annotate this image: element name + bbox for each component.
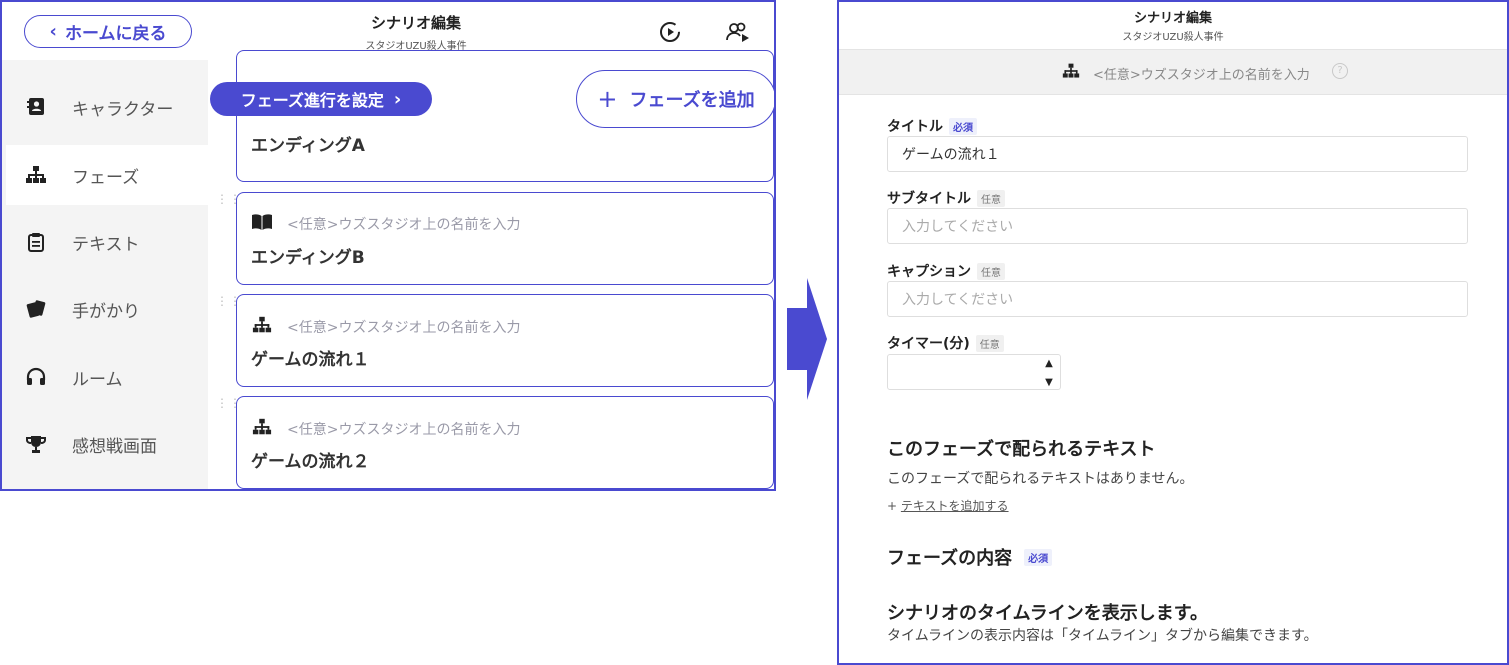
cards-icon <box>22 298 50 320</box>
users-play-icon[interactable] <box>724 18 752 46</box>
headphones-icon <box>22 366 50 388</box>
caption-label-text: キャプション <box>887 264 971 280</box>
trophy-icon <box>22 433 50 455</box>
caption-label: キャプション 任意 <box>887 261 1005 281</box>
number-stepper[interactable]: ▲ ▼ <box>1040 358 1058 388</box>
sidebar-item-label: 感想戦画面 <box>72 436 157 457</box>
phase-name-bar[interactable]: <任意>ウズスタジオ上の名前を入力 ? <box>839 49 1507 95</box>
title-label-text: タイトル <box>887 119 943 135</box>
scenario-list-panel: ‹ ホームに戻る シナリオ編集 スタジオUZU殺人事件 キャラクター フェーズ … <box>0 0 776 491</box>
content-section-heading: フェーズの内容 必須 <box>887 544 1053 570</box>
caption-input[interactable]: 入力してください <box>887 281 1468 317</box>
phase-card-meta-text: <任意>ウズスタジオ上の名前を入力 <box>287 217 521 233</box>
sidebar-item-phases[interactable]: フェーズ <box>6 145 208 205</box>
text-section-empty: このフェーズで配られるテキストはありません。 <box>887 471 1194 487</box>
drag-handle-icon[interactable]: ⋮⋮ <box>216 397 241 409</box>
phase-card-title: ゲームの流れ１ <box>251 350 370 370</box>
subtitle-label-text: サブタイトル <box>887 191 971 207</box>
phase-list: フェーズ進行を設定 › + フェーズを追加 エンディングA ⋮⋮ <任意>ウズス… <box>208 50 774 489</box>
page-title: シナリオ編集 <box>370 14 461 32</box>
timer-label: タイマー(分) 任意 <box>887 333 1004 353</box>
phase-card-meta-text: <任意>ウズスタジオ上の名前を入力 <box>287 320 521 336</box>
sidebar-item-label: フェーズ <box>72 167 140 188</box>
phase-progress-label: フェーズ進行を設定 <box>240 91 384 110</box>
timeline-body: タイムラインの表示内容は「タイムライン」タブから編集できます。 <box>887 628 1318 644</box>
stepper-up-icon[interactable]: ▲ <box>1045 358 1053 369</box>
phase-card-meta-text: <任意>ウズスタジオ上の名前を入力 <box>287 422 521 438</box>
clipboard-icon <box>22 231 50 253</box>
sidebar-item-texts[interactable]: テキスト <box>6 212 208 272</box>
book-icon <box>251 213 273 235</box>
phase-card-meta: <任意>ウズスタジオ上の名前を入力 <box>251 213 520 235</box>
sitemap-icon <box>251 417 273 441</box>
phase-edit-panel: シナリオ編集 スタジオUZU殺人事件 <任意>ウズスタジオ上の名前を入力 ? タ… <box>837 0 1509 665</box>
sitemap-icon <box>22 164 50 186</box>
drag-handle-icon[interactable]: ⋮⋮ <box>216 193 241 205</box>
timeline-heading: シナリオのタイムラインを表示します。 <box>887 603 1208 624</box>
sidebar-item-label: テキスト <box>72 234 140 255</box>
phase-card[interactable]: <任意>ウズスタジオ上の名前を入力 ゲームの流れ２ <box>236 396 774 489</box>
optional-badge: 任意 <box>977 189 1005 207</box>
phase-name-input[interactable]: <任意>ウズスタジオ上の名前を入力 <box>1061 62 1310 84</box>
drag-handle-icon[interactable]: ⋮⋮ <box>216 295 241 307</box>
phase-card-meta: <任意>ウズスタジオ上の名前を入力 <box>251 315 520 339</box>
play-preview-icon[interactable] <box>656 18 684 46</box>
phase-name-placeholder: <任意>ウズスタジオ上の名前を入力 <box>1093 67 1310 83</box>
subtitle-input[interactable]: 入力してください <box>887 208 1468 244</box>
sidebar-item-label: ルーム <box>72 369 123 390</box>
title-input[interactable]: ゲームの流れ１ <box>887 136 1468 172</box>
add-phase-label: フェーズを追加 <box>629 90 755 111</box>
add-text-link[interactable]: + テキストを追加する <box>887 497 1009 514</box>
chevron-left-icon: ‹ <box>49 21 57 42</box>
required-badge: 必須 <box>1024 548 1053 566</box>
stepper-down-icon[interactable]: ▼ <box>1045 377 1053 388</box>
add-text-link-label[interactable]: テキストを追加する <box>901 499 1009 513</box>
optional-badge: 任意 <box>975 334 1004 352</box>
subtitle-label: サブタイトル 任意 <box>887 188 1005 208</box>
timer-label-text: タイマー(分) <box>887 336 970 352</box>
sidebar-item-rooms[interactable]: ルーム <box>6 347 208 407</box>
content-section-title: フェーズの内容 <box>887 548 1013 569</box>
sidebar-item-label: 手がかり <box>72 301 140 322</box>
chevron-right-icon: › <box>393 88 402 110</box>
home-button[interactable]: ‹ ホームに戻る <box>24 15 192 48</box>
timer-input[interactable]: ▲ ▼ <box>887 354 1061 390</box>
sidebar-item-label: キャラクター <box>72 99 174 120</box>
phase-progress-button[interactable]: フェーズ進行を設定 › <box>210 82 432 116</box>
sitemap-icon <box>251 315 273 339</box>
phase-card[interactable]: <任意>ウズスタジオ上の名前を入力 エンディングB <box>236 192 774 285</box>
sidebar: キャラクター フェーズ テキスト 手がかり ルーム 感想戦画面 <box>2 60 208 489</box>
page-subtitle: スタジオUZU殺人事件 <box>1122 32 1224 43</box>
phase-card-title: ゲームの流れ２ <box>251 452 370 472</box>
home-button-label: ホームに戻る <box>64 24 167 44</box>
arrow-right-icon <box>787 278 827 400</box>
phase-card-title: エンディングA <box>251 136 365 156</box>
sidebar-item-clues[interactable]: 手がかり <box>6 279 208 339</box>
optional-badge: 任意 <box>977 262 1005 280</box>
plus-icon: + <box>597 85 618 113</box>
page-title: シナリオ編集 <box>1133 11 1212 26</box>
phase-card[interactable]: <任意>ウズスタジオ上の名前を入力 ゲームの流れ１ <box>236 294 774 387</box>
phase-card-meta: <任意>ウズスタジオ上の名前を入力 <box>251 417 520 441</box>
contacts-book-icon <box>22 96 50 118</box>
title-label: タイトル 必須 <box>887 116 977 136</box>
text-section-heading: このフェーズで配られるテキスト <box>887 439 1156 460</box>
help-icon[interactable]: ? <box>1332 63 1348 79</box>
sidebar-item-characters[interactable]: キャラクター <box>6 77 208 137</box>
add-phase-button[interactable]: + フェーズを追加 <box>576 70 774 128</box>
phase-card-title: エンディングB <box>251 248 365 268</box>
sitemap-icon <box>1061 62 1081 84</box>
add-text-prefix: + <box>887 499 898 513</box>
required-badge: 必須 <box>949 117 977 135</box>
sidebar-item-review[interactable]: 感想戦画面 <box>6 414 208 474</box>
